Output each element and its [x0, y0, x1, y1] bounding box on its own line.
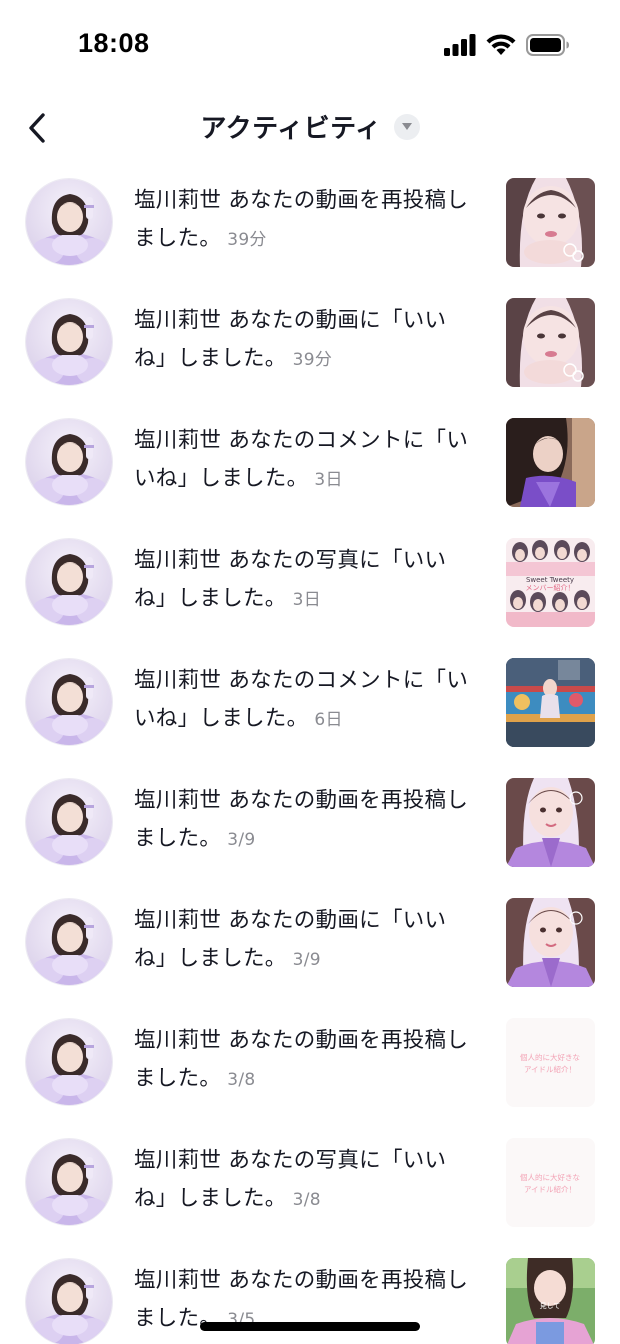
username[interactable]: 塩川莉世 — [134, 908, 221, 933]
user-avatar[interactable] — [25, 418, 113, 506]
username[interactable]: 塩川莉世 — [134, 188, 221, 213]
activity-time: 3/8 — [292, 1190, 321, 1210]
cellular-signal-icon — [444, 34, 476, 56]
username[interactable]: 塩川莉世 — [134, 428, 221, 453]
activity-item[interactable]: 塩川莉世 あなたの写真に「いいね」しました。 3日 Sweet Tweety メ… — [0, 522, 620, 642]
content-thumbnail[interactable]: 個人的に大好きな アイドル紹介！ — [506, 1138, 595, 1227]
activity-item[interactable]: 塩川莉世 あなたの写真に「いいね」しました。 3/8 個人的に大好きな アイドル紹… — [0, 1122, 620, 1242]
content-thumbnail[interactable] — [506, 898, 595, 987]
username[interactable]: 塩川莉世 — [134, 548, 221, 573]
content-thumbnail[interactable] — [506, 418, 595, 507]
user-avatar[interactable] — [25, 778, 113, 866]
caret-down-icon — [401, 123, 412, 130]
user-avatar[interactable] — [25, 1258, 113, 1344]
activity-message: 塩川莉世 あなたの動画に「いいね」しました。 3/9 — [134, 902, 476, 979]
svg-text:アイドル紹介！: アイドル紹介！ — [524, 1064, 576, 1074]
user-avatar[interactable] — [25, 898, 113, 986]
activity-item[interactable]: 塩川莉世 あなたのコメントに「いいね」しました。 6日 — [0, 642, 620, 762]
content-thumbnail[interactable] — [506, 778, 595, 867]
activity-item[interactable]: 塩川莉世 あなたのコメントに「いいね」しました。 3日 — [0, 402, 620, 522]
activity-item[interactable]: 塩川莉世 あなたの動画に「いいね」しました。 39分 — [0, 282, 620, 402]
activity-time: 39分 — [227, 230, 267, 250]
activity-message: 塩川莉世 あなたのコメントに「いいね」しました。 3日 — [134, 422, 476, 499]
activity-message: 塩川莉世 あなたの動画に「いいね」しました。 39分 — [134, 302, 476, 379]
title-selector[interactable]: アクティビティ — [0, 108, 620, 145]
status-time: 18:08 — [78, 28, 150, 58]
wifi-icon — [486, 34, 516, 55]
activity-message: 塩川莉世 あなたのコメントに「いいね」しました。 6日 — [134, 662, 476, 739]
activity-message: 塩川莉世 あなたの動画を再投稿しました。 3/9 — [134, 782, 476, 859]
activity-time: 3/9 — [227, 830, 256, 850]
username[interactable]: 塩川莉世 — [134, 308, 221, 333]
svg-text:個人的に大好きな: 個人的に大好きな — [520, 1052, 580, 1062]
activity-list: 塩川莉世 あなたの動画を再投稿しました。 39分 塩川莉世 あなたの動画に「いい… — [0, 162, 620, 1344]
activity-item[interactable]: 塩川莉世 あなたの動画を再投稿しました。 3/8 個人的に大好きな アイドル紹介！ — [0, 1002, 620, 1122]
activity-time: 6日 — [314, 710, 343, 730]
username[interactable]: 塩川莉世 — [134, 1028, 221, 1053]
content-thumbnail[interactable]: 個人的に大好きな アイドル紹介！ — [506, 1018, 595, 1107]
username[interactable]: 塩川莉世 — [134, 1268, 221, 1293]
status-icons — [444, 34, 570, 56]
activity-message: 塩川莉世 あなたの動画を再投稿しました。 39分 — [134, 182, 476, 259]
svg-text:見して: 見して — [540, 1302, 561, 1310]
activity-item[interactable]: 塩川莉世 あなたの動画を再投稿しました。 39分 — [0, 162, 620, 282]
svg-text:アイドル紹介！: アイドル紹介！ — [524, 1184, 576, 1194]
activity-item[interactable]: 塩川莉世 あなたの動画に「いいね」しました。 3/9 — [0, 882, 620, 1002]
activity-time: 3日 — [314, 470, 343, 490]
content-thumbnail[interactable]: 見して — [506, 1258, 595, 1344]
activity-message: 塩川莉世 あなたの動画を再投稿しました。 3/8 — [134, 1022, 476, 1099]
username[interactable]: 塩川莉世 — [134, 1148, 221, 1173]
content-thumbnail[interactable] — [506, 298, 595, 387]
user-avatar[interactable] — [25, 1138, 113, 1226]
content-thumbnail[interactable] — [506, 658, 595, 747]
user-avatar[interactable] — [25, 1018, 113, 1106]
activity-item[interactable]: 塩川莉世 あなたの動画を再投稿しました。 3/9 — [0, 762, 620, 882]
battery-icon — [526, 34, 569, 56]
home-indicator — [200, 1322, 420, 1331]
activity-time: 3/8 — [227, 1070, 256, 1090]
svg-text:Sweet Tweety: Sweet Tweety — [526, 576, 574, 584]
user-avatar[interactable] — [25, 538, 113, 626]
content-thumbnail[interactable] — [506, 178, 595, 267]
user-avatar[interactable] — [25, 658, 113, 746]
activity-message: 塩川莉世 あなたの写真に「いいね」しました。 3/8 — [134, 1142, 476, 1219]
user-avatar[interactable] — [25, 298, 113, 386]
activity-time: 3日 — [292, 590, 322, 610]
dropdown-button[interactable] — [393, 113, 420, 140]
username[interactable]: 塩川莉世 — [134, 668, 221, 693]
username[interactable]: 塩川莉世 — [134, 788, 221, 813]
status-bar: 18:08 — [0, 0, 620, 92]
page-title: アクティビティ — [200, 114, 382, 144]
user-avatar[interactable] — [25, 178, 113, 266]
nav-bar: アクティビティ — [0, 92, 620, 164]
activity-time: 39分 — [292, 350, 333, 370]
svg-text:個人的に大好きな: 個人的に大好きな — [520, 1172, 580, 1182]
content-thumbnail[interactable]: Sweet Tweety メンバー紹介！ — [506, 538, 595, 627]
activity-message: 塩川莉世 あなたの写真に「いいね」しました。 3日 — [134, 542, 476, 619]
activity-time: 3/9 — [292, 950, 321, 970]
svg-text:メンバー紹介！: メンバー紹介！ — [526, 583, 575, 592]
